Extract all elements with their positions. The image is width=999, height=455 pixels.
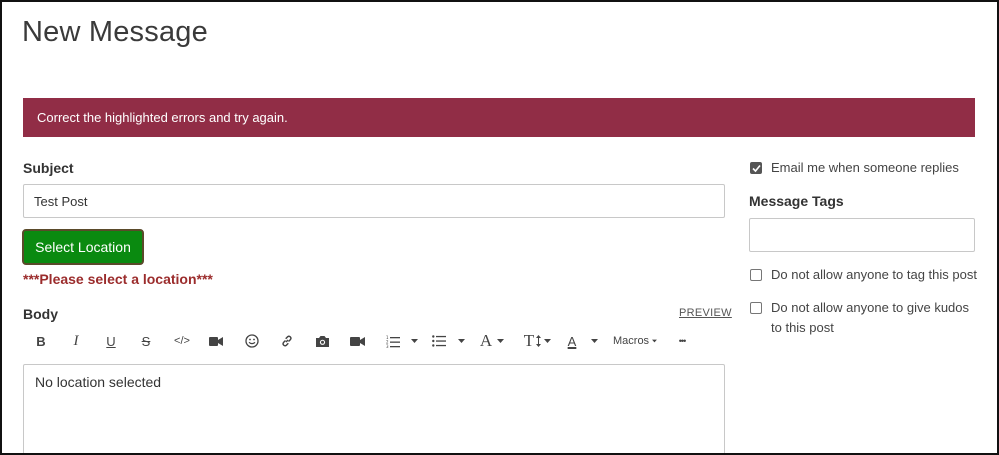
subject-input[interactable] [23, 184, 725, 218]
video-icon[interactable] [207, 329, 225, 353]
strikethrough-icon[interactable]: S [138, 329, 154, 353]
bulleted-list-dropdown-icon[interactable] [456, 329, 466, 353]
no-tag-checkbox[interactable] [750, 269, 762, 281]
body-label: Body [23, 306, 58, 322]
error-banner: Correct the highlighted errors and try a… [23, 98, 975, 137]
font-size-dropdown-icon[interactable] [542, 329, 552, 353]
video-camera-icon[interactable] [348, 329, 366, 353]
message-form-window: New Message Correct the highlighted erro… [0, 0, 999, 455]
no-kudos-checkbox[interactable] [750, 302, 762, 314]
font-color-dropdown-icon[interactable] [589, 329, 599, 353]
underline-icon[interactable]: U [103, 329, 119, 353]
no-kudos-label: Do not allow anyone to give kudos to thi… [771, 300, 970, 335]
no-tag-label: Do not allow anyone to tag this post [771, 267, 977, 282]
code-icon[interactable]: </> [171, 329, 193, 353]
bulleted-list-icon[interactable] [431, 329, 447, 353]
page-title: New Message [22, 16, 208, 48]
editor-toolbar: B I U S </> 123 A T A Macros ••• [23, 329, 725, 353]
macros-label: Macros [613, 335, 650, 347]
font-family-icon[interactable]: A [478, 329, 494, 353]
email-notify-checkbox[interactable] [750, 162, 762, 174]
italic-icon[interactable]: I [68, 329, 84, 353]
svg-text:3: 3 [386, 344, 389, 348]
body-content: No location selected [35, 374, 162, 390]
location-error-text: ***Please select a location*** [23, 271, 213, 287]
macros-menu[interactable]: Macros [613, 329, 657, 353]
camera-icon[interactable] [313, 329, 331, 353]
body-editor[interactable]: No location selected [23, 364, 725, 453]
bold-icon[interactable]: B [33, 329, 49, 353]
emoji-icon[interactable] [243, 329, 261, 353]
error-banner-text: Correct the highlighted errors and try a… [37, 110, 288, 125]
font-color-icon[interactable]: A [565, 329, 579, 353]
more-icon[interactable]: ••• [674, 329, 690, 353]
message-tags-input[interactable] [749, 218, 975, 252]
preview-link[interactable]: PREVIEW [679, 307, 732, 319]
numbered-list-icon[interactable]: 123 [385, 329, 401, 353]
message-tags-label: Message Tags [749, 193, 844, 209]
subject-label: Subject [23, 160, 74, 176]
email-notify-label: Email me when someone replies [771, 160, 959, 175]
select-location-button[interactable]: Select Location [22, 229, 144, 265]
numbered-list-dropdown-icon[interactable] [409, 329, 419, 353]
font-family-dropdown-icon[interactable] [495, 329, 505, 353]
font-size-arrows-icon [534, 329, 542, 353]
link-icon[interactable] [278, 329, 296, 353]
